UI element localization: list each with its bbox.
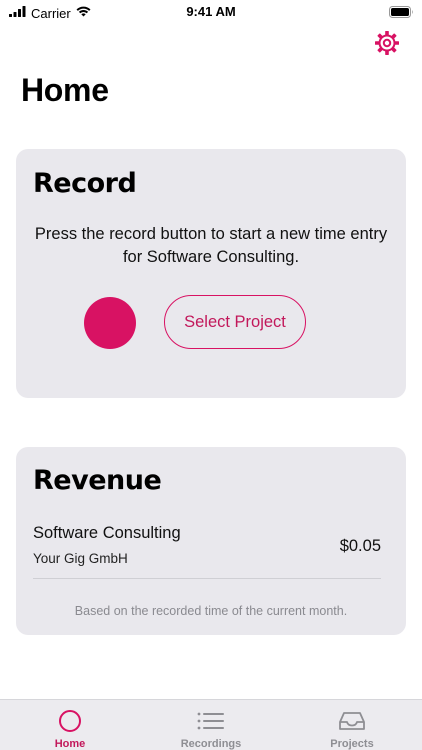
- select-project-button[interactable]: Select Project: [164, 295, 306, 349]
- gear-icon: [374, 30, 400, 61]
- revenue-note: Based on the recorded time of the curren…: [74, 604, 348, 618]
- revenue-card-title: Revenue: [33, 465, 162, 496]
- settings-button[interactable]: [373, 30, 401, 61]
- page-title: Home: [21, 72, 109, 108]
- tab-home[interactable]: Home: [0, 700, 140, 750]
- battery-icon: [389, 5, 414, 23]
- tab-recordings[interactable]: Recordings: [141, 700, 281, 750]
- revenue-project-name: Software Consulting: [33, 524, 181, 542]
- record-card-title: Record: [33, 168, 137, 199]
- list-icon: [197, 709, 225, 733]
- status-bar: Carrier 9:41 AM: [0, 0, 422, 24]
- divider: [33, 578, 381, 579]
- tab-bar: Home Recordings Projects: [0, 699, 422, 750]
- revenue-amount: $0.05: [339, 537, 381, 555]
- record-description: Press the record button to start a new t…: [34, 225, 388, 266]
- tab-projects[interactable]: Projects: [282, 700, 422, 750]
- status-time: 9:41 AM: [186, 4, 236, 19]
- record-button[interactable]: [84, 297, 136, 349]
- revenue-card: Revenue Software Consulting Your Gig Gmb…: [16, 447, 406, 635]
- tab-recordings-label: Recordings: [180, 738, 242, 750]
- record-card: Record Press the record button to start …: [16, 149, 406, 398]
- inbox-tray-icon: [338, 709, 366, 733]
- tab-home-label: Home: [54, 738, 86, 750]
- tab-projects-label: Projects: [330, 738, 374, 750]
- circle-icon: [58, 709, 82, 733]
- revenue-client-name: Your Gig GmbH: [33, 551, 128, 566]
